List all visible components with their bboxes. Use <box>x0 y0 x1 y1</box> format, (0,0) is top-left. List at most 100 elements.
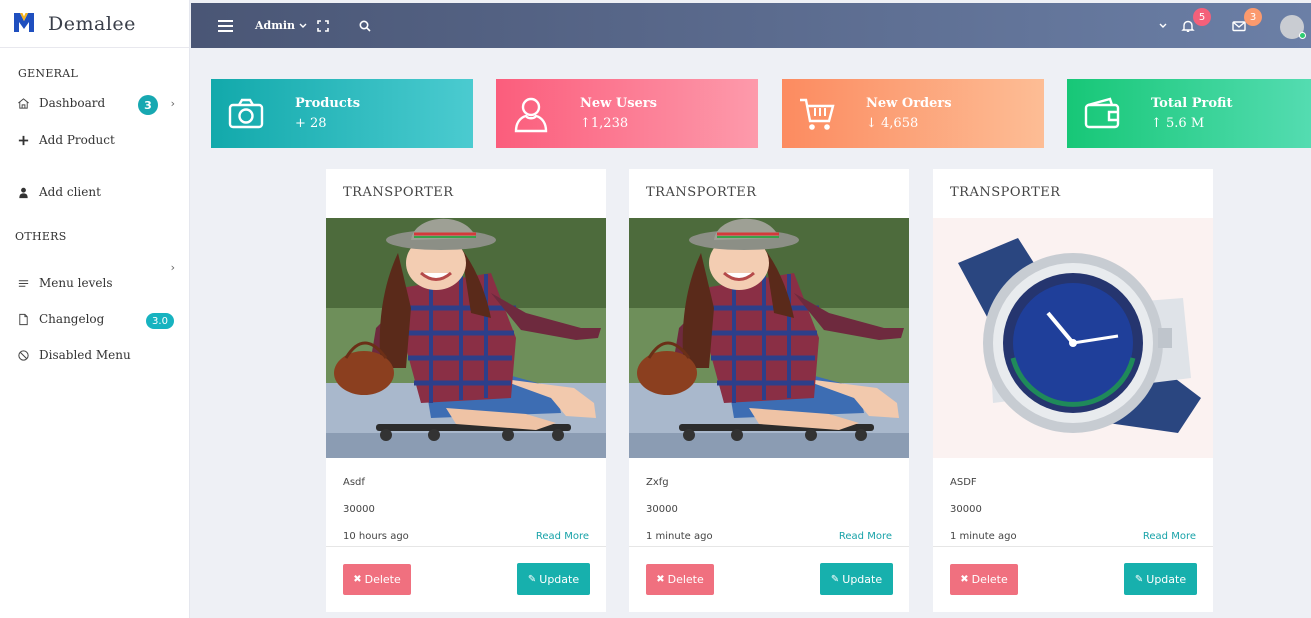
sidebar-submenu-toggle[interactable]: › <box>16 260 175 274</box>
product-name: Zxfg <box>646 477 669 488</box>
product-name: Asdf <box>343 477 365 488</box>
admin-label: Admin <box>255 19 296 32</box>
read-more-link[interactable]: Read More <box>839 531 892 542</box>
close-icon: ✖ <box>960 574 969 585</box>
sidebar-item-label: Add client <box>39 185 101 199</box>
chevron-right-icon: › <box>170 96 175 110</box>
stat-value: ↑1,238 <box>580 116 629 131</box>
plus-icon <box>16 133 30 147</box>
topbar: Admin 5 3 <box>191 3 1311 48</box>
delete-label: Delete <box>364 573 401 586</box>
update-label: Update <box>1146 572 1187 586</box>
sidebar-item-menu-levels[interactable]: Menu levels <box>16 276 175 290</box>
product-category: TRANSPORTER <box>950 185 1061 200</box>
delete-button[interactable]: ✖ Delete <box>343 564 411 595</box>
sidebar-item-changelog[interactable]: Changelog 3.0 <box>16 312 175 329</box>
bell-icon[interactable] <box>1181 3 1195 48</box>
fullscreen-icon[interactable] <box>317 3 329 48</box>
messages-count-badge: 3 <box>1244 8 1262 26</box>
chevron-right-icon: › <box>170 260 175 274</box>
stat-title: Total Profit <box>1151 96 1233 111</box>
dashboard-badge: 3 <box>138 95 158 115</box>
admin-dropdown[interactable]: Admin <box>255 3 307 48</box>
pencil-icon: ✎ <box>527 573 537 585</box>
product-card: TRANSPORTER <box>933 169 1213 612</box>
stat-card-products: Products + 28 <box>211 79 473 148</box>
mail-icon[interactable] <box>1232 3 1246 48</box>
brand[interactable]: Demalee <box>0 0 189 48</box>
delete-label: Delete <box>667 573 704 586</box>
user-icon <box>16 185 30 199</box>
product-time: 1 minute ago <box>646 531 713 542</box>
chevron-down-icon[interactable] <box>1159 3 1167 48</box>
product-image-girl-skateboard <box>629 218 909 458</box>
update-label: Update <box>539 572 580 586</box>
sidebar-item-label: Changelog <box>39 312 105 326</box>
read-more-link[interactable]: Read More <box>1143 531 1196 542</box>
delete-button[interactable]: ✖ Delete <box>646 564 714 595</box>
stat-title: Products <box>295 96 361 111</box>
user-icon <box>514 97 548 133</box>
sidebar-item-disabled-menu[interactable]: Disabled Menu <box>16 348 175 362</box>
product-time: 1 minute ago <box>950 531 1017 542</box>
chevron-down-icon <box>299 19 307 32</box>
read-more-link[interactable]: Read More <box>536 531 589 542</box>
update-button[interactable]: ✎ Update <box>517 563 590 595</box>
product-image-girl-skateboard <box>326 218 606 458</box>
sidebar-item-dashboard[interactable]: Dashboard 3 › <box>16 95 175 115</box>
stat-title: New Orders <box>866 96 952 111</box>
delete-label: Delete <box>971 573 1008 586</box>
camera-icon <box>228 98 264 129</box>
sidebar-item-label: Add Product <box>39 133 115 147</box>
product-price: 30000 <box>950 504 982 515</box>
card-divider <box>933 546 1213 547</box>
cart-icon <box>800 98 835 130</box>
product-time: 10 hours ago <box>343 531 409 542</box>
brand-name: Demalee <box>48 12 136 35</box>
product-image-wristwatch <box>933 218 1213 458</box>
online-status-dot <box>1299 32 1306 39</box>
product-name: ASDF <box>950 477 977 488</box>
stat-card-total-profit: Total Profit ↑ 5.6 M <box>1067 79 1311 148</box>
changelog-badge: 3.0 <box>146 313 174 329</box>
stat-value: ↓ 4,658 <box>866 116 919 131</box>
sidebar: Demalee GENERAL Dashboard 3 › Add Produc… <box>0 0 190 618</box>
wallet-icon <box>1084 97 1120 129</box>
brand-logo-icon <box>12 10 36 38</box>
stat-title: New Users <box>580 96 657 111</box>
notifications-count-badge: 5 <box>1193 8 1211 26</box>
card-divider <box>629 546 909 547</box>
sidebar-item-add-product[interactable]: Add Product <box>16 133 175 147</box>
stat-value: + 28 <box>295 116 327 131</box>
lines-icon <box>16 276 30 290</box>
card-divider <box>326 546 606 547</box>
pencil-icon: ✎ <box>1134 573 1144 585</box>
sidebar-item-label: Disabled Menu <box>39 348 131 362</box>
product-price: 30000 <box>343 504 375 515</box>
sidebar-item-label: Dashboard <box>39 96 106 110</box>
pencil-icon: ✎ <box>830 573 840 585</box>
update-button[interactable]: ✎ Update <box>820 563 893 595</box>
stat-card-new-users: New Users ↑1,238 <box>496 79 758 148</box>
sidebar-item-label: Menu levels <box>39 276 113 290</box>
search-icon[interactable] <box>359 3 371 48</box>
section-title-others: OTHERS <box>15 230 67 243</box>
file-icon <box>16 312 30 326</box>
product-category: TRANSPORTER <box>343 185 454 200</box>
section-title-general: GENERAL <box>18 67 79 80</box>
stat-value: ↑ 5.6 M <box>1151 116 1205 131</box>
ban-icon <box>16 348 30 362</box>
product-card: TRANSPORTER <box>326 169 606 612</box>
close-icon: ✖ <box>656 574 665 585</box>
update-label: Update <box>842 572 883 586</box>
delete-button[interactable]: ✖ Delete <box>950 564 1018 595</box>
stat-card-new-orders: New Orders ↓ 4,658 <box>782 79 1044 148</box>
product-price: 30000 <box>646 504 678 515</box>
hamburger-menu-icon[interactable] <box>218 3 233 48</box>
product-card: TRANSPORTER <box>629 169 909 612</box>
update-button[interactable]: ✎ Update <box>1124 563 1197 595</box>
home-icon <box>16 96 30 110</box>
sidebar-item-add-client[interactable]: Add client <box>16 185 175 199</box>
product-category: TRANSPORTER <box>646 185 757 200</box>
close-icon: ✖ <box>353 574 362 585</box>
